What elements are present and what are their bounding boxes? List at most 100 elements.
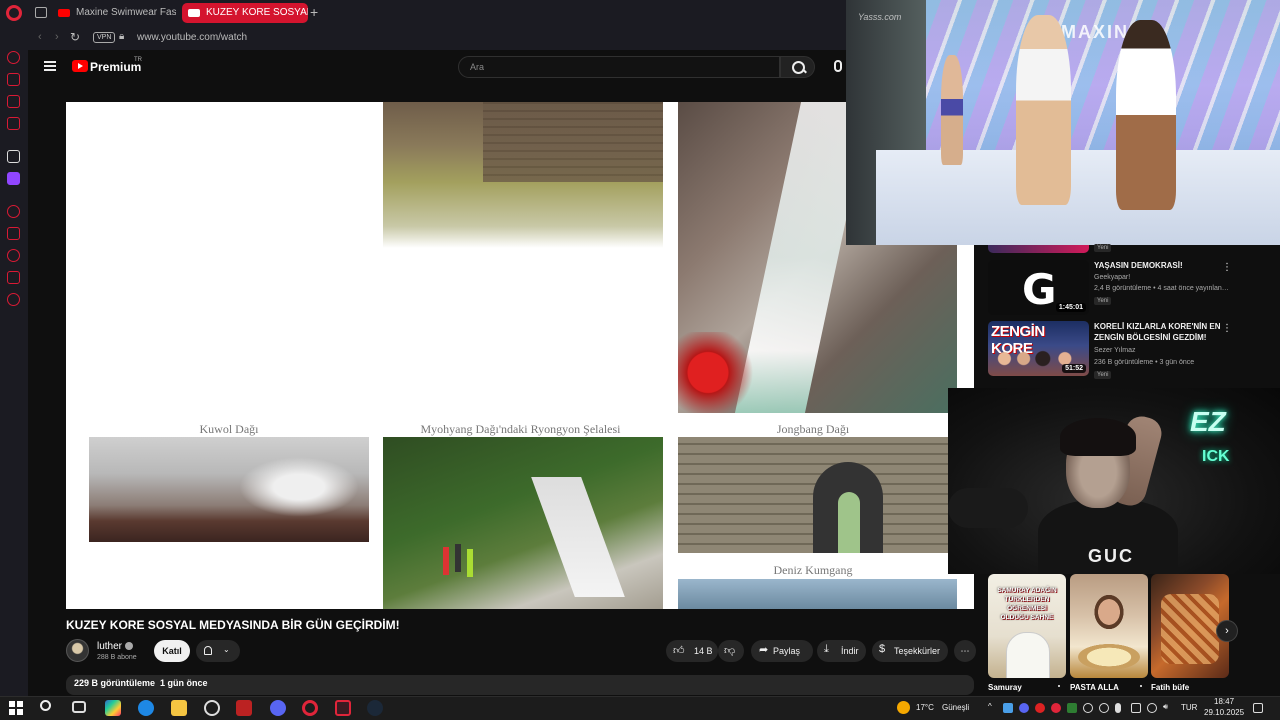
- like-count: 14 B: [694, 646, 713, 656]
- volume-icon[interactable]: 🔊︎: [1163, 702, 1168, 712]
- settings-icon[interactable]: [7, 293, 20, 306]
- vpn-badge[interactable]: VPN: [93, 32, 116, 43]
- pinboard-icon[interactable]: [7, 271, 20, 284]
- clock-date[interactable]: 29.10.2025: [1204, 708, 1244, 717]
- recommendation-thumbnail[interactable]: 1:45:01: [988, 260, 1089, 315]
- tray-display-icon[interactable]: [1131, 703, 1141, 713]
- recommendation-title[interactable]: YAŞASIN DEMOKRASİ!: [1094, 260, 1222, 271]
- twitch-icon[interactable]: [7, 172, 20, 185]
- download-label: İndir: [841, 646, 859, 656]
- tray-mic-icon[interactable]: [1115, 703, 1121, 713]
- taskbar-search-icon[interactable]: [40, 700, 51, 711]
- tab-kuzey-kore[interactable]: KUZEY KORE SOSYAL: [182, 3, 308, 23]
- search-input[interactable]: Ara: [458, 56, 780, 78]
- chevron-down-icon: ⌄: [223, 645, 230, 654]
- reload-icon[interactable]: ↻: [70, 30, 80, 44]
- weather-label[interactable]: Güneşli: [942, 703, 969, 712]
- recommendation-item[interactable]: ZENGİN KORE 51:52 KORELİ KIZLARLA KORE'N…: [988, 321, 1278, 381]
- opera-taskbar-icon[interactable]: [302, 700, 318, 716]
- region-label: TR: [134, 57, 142, 63]
- short-title[interactable]: PASTA ALLA: [1070, 683, 1119, 692]
- youtube-logo-icon[interactable]: [72, 60, 88, 72]
- messenger-icon[interactable]: [7, 95, 20, 108]
- back-arrow-icon[interactable]: ‹: [38, 31, 42, 43]
- thumbs-up-icon: 👍︎: [673, 645, 685, 657]
- bookmarks-icon[interactable]: [7, 227, 20, 240]
- join-button[interactable]: Katıl: [154, 640, 190, 662]
- super-thanks-icon: $: [879, 643, 886, 655]
- tray-overflow-icon[interactable]: ^: [988, 702, 992, 711]
- tray-app-icon[interactable]: [1099, 703, 1109, 713]
- history-icon[interactable]: [7, 249, 20, 262]
- tray-nvidia-icon[interactable]: [1067, 703, 1077, 713]
- aria-icon[interactable]: [7, 51, 20, 64]
- short-title[interactable]: Samuray: [988, 683, 1022, 692]
- tab-maxine-swimwear[interactable]: Maxine Swimwear Fashion: [52, 3, 176, 23]
- view-count: 229 B görüntüleme: [74, 678, 156, 688]
- language-indicator[interactable]: TUR: [1181, 703, 1197, 712]
- new-tab-button[interactable]: +: [310, 4, 318, 20]
- video-title: KUZEY KORE SOSYAL MEDYASINDA BİR GÜN GEÇ…: [66, 618, 400, 632]
- runway-floor: [876, 150, 1280, 245]
- notifications-icon[interactable]: [1253, 703, 1263, 713]
- search-button[interactable]: [780, 56, 815, 78]
- recommendation-thumbnail[interactable]: ZENGİN KORE 51:52: [988, 321, 1089, 376]
- lock-icon[interactable]: 🔒︎: [119, 31, 124, 42]
- caption-kuwol: Kuwol Dağı: [199, 422, 259, 436]
- recommendation-channel[interactable]: Geekyapar!: [1094, 274, 1130, 281]
- steam-icon[interactable]: [367, 700, 383, 716]
- short-separator: [1140, 685, 1142, 687]
- edge-icon[interactable]: [138, 700, 154, 716]
- more-vert-icon[interactable]: ⋮: [1222, 323, 1232, 334]
- tray-app-icon[interactable]: [1147, 703, 1157, 713]
- recommendation-item[interactable]: 1:45:01 YAŞASIN DEMOKRASİ! Geekyapar! 2,…: [988, 260, 1278, 320]
- weather-temperature[interactable]: 17°C: [916, 703, 934, 712]
- tray-discord-icon[interactable]: [1019, 703, 1029, 713]
- arrow-app-icon[interactable]: [7, 150, 20, 163]
- shopping-icon[interactable]: [7, 73, 20, 86]
- tab-workspaces-icon[interactable]: [35, 7, 47, 18]
- channel-name[interactable]: luther: [97, 641, 122, 652]
- url-field[interactable]: www.youtube.com/watch: [137, 32, 247, 43]
- partial-recommendation-thumb[interactable]: [988, 245, 1089, 253]
- recommendation-channel[interactable]: Sezer Yılmaz: [1094, 347, 1136, 354]
- short-thumbnail-text: SAMURAY ADAĞIN TÜRKLERDEN ÖĞRENMESİ OLDU…: [997, 587, 1057, 621]
- voicemod-icon[interactable]: [236, 700, 252, 716]
- forward-arrow-icon[interactable]: ›: [55, 31, 59, 43]
- subscription-bell-button[interactable]: [196, 640, 240, 662]
- windows-start-icon[interactable]: [9, 701, 23, 715]
- more-vert-icon[interactable]: ⋮: [1222, 262, 1232, 273]
- copilot-icon[interactable]: [105, 700, 121, 716]
- short-thumbnail[interactable]: [1070, 574, 1148, 678]
- app-icon[interactable]: [204, 700, 220, 716]
- short-thumbnail[interactable]: SAMURAY ADAĞIN TÜRKLERDEN ÖĞRENMESİ OLDU…: [988, 574, 1066, 678]
- video-player[interactable]: Kuwol Dağı Myohyang Dağı'ndaki Ryongyon …: [66, 102, 974, 609]
- short-title[interactable]: Fatih büfe: [1151, 683, 1189, 692]
- duration-badge: 1:45:01: [1055, 303, 1086, 312]
- mail-icon[interactable]: [7, 117, 20, 130]
- video-image-stone-wall: [383, 102, 663, 248]
- discord-icon[interactable]: [270, 700, 286, 716]
- opera-logo-icon[interactable]: [6, 5, 22, 21]
- clock-time[interactable]: 18:47: [1214, 697, 1234, 706]
- voice-search-icon[interactable]: [834, 60, 842, 72]
- subscriber-count: 288 B abone: [97, 654, 137, 661]
- more-actions-button[interactable]: ⋯: [954, 640, 976, 662]
- tray-opera-icon[interactable]: [1051, 703, 1061, 713]
- tray-app-icon[interactable]: [1003, 703, 1013, 713]
- tray-record-icon[interactable]: [1035, 703, 1045, 713]
- channel-avatar[interactable]: [66, 639, 89, 662]
- video-image-deniz: [678, 579, 957, 609]
- weather-sun-icon[interactable]: [897, 701, 910, 714]
- player-icon[interactable]: [7, 205, 20, 218]
- task-view-icon[interactable]: [72, 701, 86, 713]
- video-image-jongbang: [678, 437, 948, 553]
- file-explorer-icon[interactable]: [171, 700, 187, 716]
- fashion-stream-overlay: MAXIN Yasss.com: [846, 0, 1280, 245]
- menu-icon[interactable]: [44, 61, 56, 71]
- shorts-next-button[interactable]: ›: [1216, 620, 1238, 642]
- tray-app-icon[interactable]: [1083, 703, 1093, 713]
- opera-gx-icon[interactable]: [335, 700, 351, 716]
- description-box[interactable]: 229 B görüntüleme 1 gün önce: [66, 675, 974, 695]
- recommendation-title[interactable]: KORELİ KIZLARLA KORE'NİN EN ZENGİN BÖLGE…: [1094, 321, 1222, 343]
